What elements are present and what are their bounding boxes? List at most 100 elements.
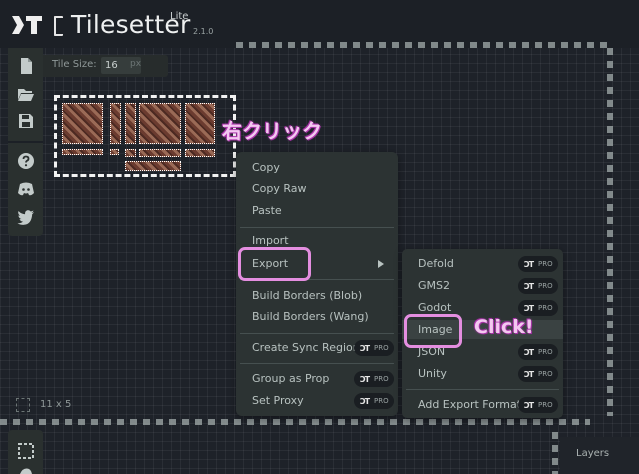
tile[interactable]: [139, 103, 181, 144]
image-highlight-ring: [404, 314, 462, 348]
menu-separator: [240, 333, 394, 334]
save-icon[interactable]: [17, 112, 35, 130]
menu-item-label: Defold: [418, 257, 454, 270]
canvas-border-right: [607, 48, 613, 416]
menu-item-label: Godot: [418, 301, 452, 314]
tile[interactable]: [110, 103, 121, 144]
tilesetter-logo-icon: [12, 16, 42, 34]
tile[interactable]: [185, 149, 215, 157]
toolbar-separator: [8, 141, 43, 143]
pro-badge: ϽT PRO: [518, 344, 558, 360]
menu-item-label: Create Sync Region: [252, 341, 360, 354]
tile-size-label: Tile Size:: [52, 59, 97, 70]
pro-badge-text: PRO: [538, 304, 553, 312]
menu-item-paste[interactable]: Paste: [236, 201, 398, 221]
pro-logo-icon: ϽT: [524, 260, 534, 269]
pro-badge: ϽT PRO: [354, 371, 394, 387]
left-toolbar: [8, 48, 43, 236]
discord-icon[interactable]: [17, 180, 35, 198]
tileset-selection[interactable]: [54, 95, 236, 177]
tile[interactable]: [110, 149, 119, 155]
help-icon[interactable]: [17, 152, 35, 170]
pro-badge-text: PRO: [538, 401, 553, 409]
pro-badge: ϽT PRO: [518, 300, 558, 316]
menu-item-label: Group as Prop: [252, 372, 330, 385]
submenu-arrow-icon: [378, 260, 384, 268]
menu-item-build-borders-wang[interactable]: Build Borders (Wang): [236, 307, 398, 327]
tile[interactable]: [139, 149, 181, 157]
click-annotation: Click!: [474, 316, 534, 338]
pro-logo-icon: ϽT: [524, 348, 534, 357]
menu-item-label: Import: [252, 234, 289, 247]
canvas-border-lower: [552, 432, 558, 474]
menu-item-label: Build Borders (Wang): [252, 310, 369, 323]
app-header: Tilesetter Lite 2.1.0: [0, 0, 639, 48]
pro-badge: ϽT PRO: [518, 278, 558, 294]
canvas-border-bottom: [0, 419, 590, 425]
export-item-unity[interactable]: Unity ϽT PRO: [402, 364, 563, 384]
menu-item-label: Build Borders (Blob): [252, 289, 363, 302]
pro-logo-icon: ϽT: [524, 304, 534, 313]
pro-logo-icon: ϽT: [360, 344, 370, 353]
menu-separator: [406, 389, 559, 390]
open-folder-icon[interactable]: [17, 85, 35, 103]
pro-badge: ϽT PRO: [518, 256, 558, 272]
pro-badge-text: PRO: [374, 375, 389, 383]
menu-item-label: Set Proxy: [252, 394, 304, 407]
tile[interactable]: [185, 103, 215, 144]
bracket-icon: [54, 16, 63, 36]
menu-item-label: Paste: [252, 204, 282, 217]
menu-item-label: Unity: [418, 367, 447, 380]
app-edition: Lite: [170, 11, 189, 22]
menu-item-group-as-prop[interactable]: Group as Prop ϽT PRO: [236, 369, 398, 389]
new-file-icon[interactable]: [17, 57, 35, 75]
pro-badge-text: PRO: [538, 370, 553, 378]
menu-item-label: Copy Raw: [252, 182, 307, 195]
pro-badge: ϽT PRO: [518, 397, 558, 413]
export-highlight-ring: [238, 247, 311, 281]
selection-tool-icon[interactable]: [17, 442, 35, 460]
pro-badge-text: PRO: [374, 344, 389, 352]
tile-size-unit: px: [130, 59, 142, 69]
pro-logo-icon: ϽT: [360, 375, 370, 384]
pro-badge: ϽT PRO: [354, 393, 394, 409]
tile-size-control: Tile Size: px: [43, 55, 168, 77]
tile[interactable]: [62, 149, 103, 155]
tileset-image: [59, 100, 231, 172]
pro-logo-icon: ϽT: [524, 401, 534, 410]
menu-item-label: Add Export Format: [418, 398, 522, 411]
menu-item-copy[interactable]: Copy: [236, 158, 398, 178]
bottom-toolbar: [8, 430, 43, 474]
tile[interactable]: [125, 103, 136, 144]
menu-item-set-proxy[interactable]: Set Proxy ϽT PRO: [236, 391, 398, 411]
menu-item-label: GMS2: [418, 279, 450, 292]
right-click-annotation: 右クリック: [222, 119, 322, 143]
pro-badge-text: PRO: [374, 397, 389, 405]
menu-item-copy-raw[interactable]: Copy Raw: [236, 179, 398, 199]
menu-item-create-sync-region[interactable]: Create Sync Region ϽT PRO: [236, 338, 398, 358]
export-item-gms2[interactable]: GMS2 ϽT PRO: [402, 276, 563, 296]
export-item-add-format[interactable]: Add Export Format ϽT PRO: [402, 395, 563, 415]
context-menu: Copy Copy Raw Paste Import Export Build …: [236, 152, 398, 416]
menu-separator: [240, 363, 394, 364]
map-size-label: 11 x 5: [40, 399, 72, 410]
twitter-icon[interactable]: [17, 208, 35, 226]
pro-badge-text: PRO: [538, 260, 553, 268]
map-size-icon: [16, 398, 30, 412]
layers-panel: Layers: [560, 437, 639, 474]
tile[interactable]: [125, 149, 136, 157]
app-version: 2.1.0: [193, 27, 214, 36]
pro-logo-icon: ϽT: [524, 370, 534, 379]
export-item-defold[interactable]: Defold ϽT PRO: [402, 254, 563, 274]
menu-separator: [240, 227, 394, 228]
menu-item-build-borders-blob[interactable]: Build Borders (Blob): [236, 286, 398, 306]
layers-label: Layers: [576, 448, 610, 459]
pro-logo-icon: ϽT: [524, 282, 534, 291]
tile[interactable]: [62, 103, 103, 144]
paint-tool-icon[interactable]: [17, 466, 35, 474]
pro-badge: ϽT PRO: [354, 340, 394, 356]
pro-badge: ϽT PRO: [518, 366, 558, 382]
canvas-border-top: [236, 42, 608, 48]
menu-item-label: Copy: [252, 161, 280, 174]
tile[interactable]: [125, 161, 181, 171]
